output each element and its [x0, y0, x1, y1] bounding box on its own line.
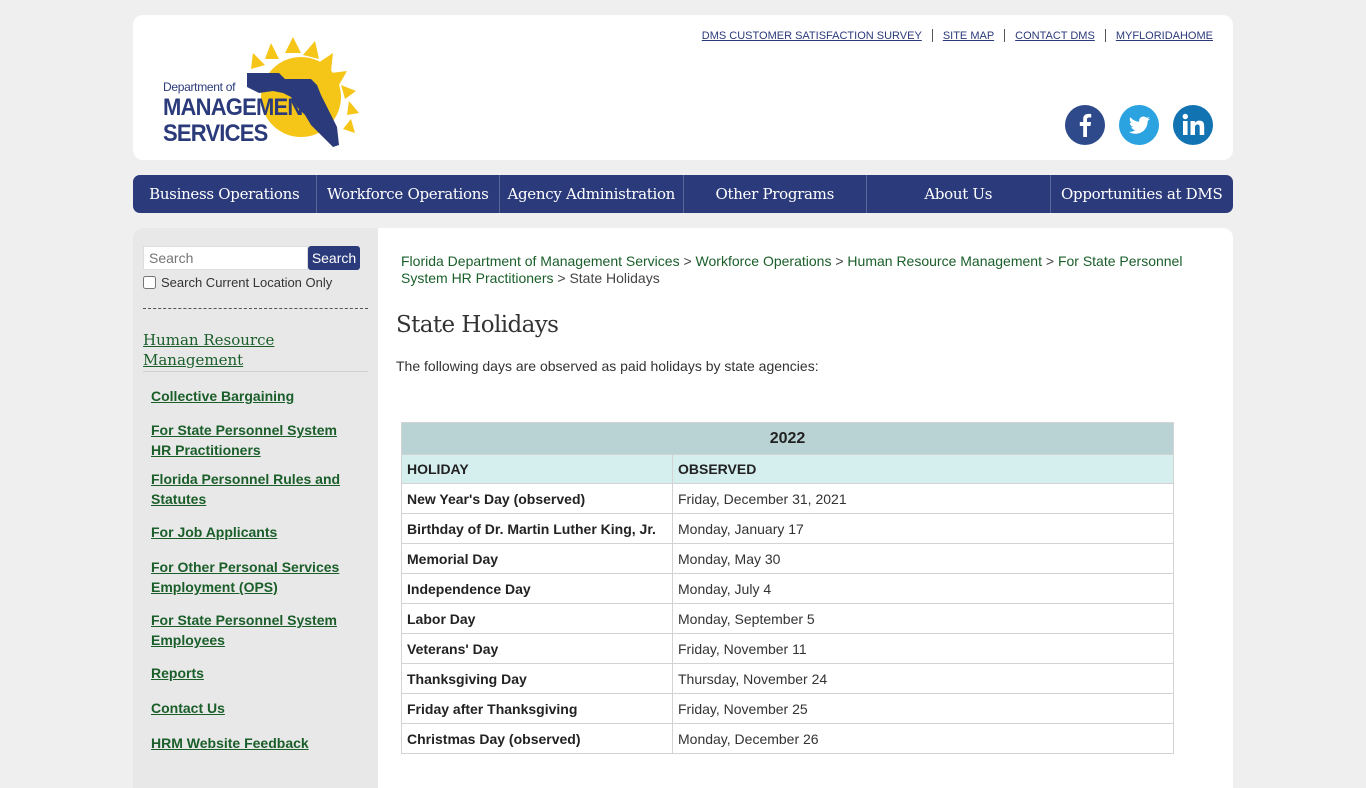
nav-opportunities[interactable]: Opportunities at DMS	[1051, 175, 1234, 213]
holidays-table: 2022 HOLIDAY OBSERVED New Year's Day (ob…	[401, 422, 1174, 754]
search-button[interactable]: Search	[308, 246, 360, 270]
search-bar: Search	[143, 246, 360, 270]
sidebar: Search Search Current Location Only Huma…	[133, 228, 378, 788]
social-links	[1065, 105, 1213, 145]
content-area: Search Search Current Location Only Huma…	[133, 228, 1233, 788]
nav-workforce-operations[interactable]: Workforce Operations	[317, 175, 500, 213]
holiday-name: Birthday of Dr. Martin Luther King, Jr.	[401, 513, 673, 544]
nav-about-us[interactable]: About Us	[867, 175, 1051, 213]
breadcrumb-separator: >	[557, 270, 566, 286]
table-row: Veterans' Day Friday, November 11	[401, 633, 1174, 664]
sidebar-heading-link[interactable]: Human Resource Management	[143, 330, 368, 372]
column-header-observed: OBSERVED	[672, 454, 1174, 484]
facebook-icon[interactable]	[1065, 105, 1105, 145]
logo-services-text: SERVICES	[163, 118, 268, 147]
myfloridahome-link[interactable]: MYFLORIDAHOME	[1106, 30, 1213, 42]
page-intro: The following days are observed as paid …	[396, 358, 819, 374]
holiday-name: Christmas Day (observed)	[401, 723, 673, 754]
holiday-date: Friday, December 31, 2021	[672, 483, 1174, 514]
sidebar-item-feedback[interactable]: HRM Website Feedback	[151, 733, 361, 753]
nav-business-operations[interactable]: Business Operations	[133, 175, 317, 213]
holiday-date: Monday, May 30	[672, 543, 1174, 574]
sidebar-item-rules-statutes[interactable]: Florida Personnel Rules and Statutes	[151, 469, 361, 509]
holiday-date: Thursday, November 24	[672, 663, 1174, 694]
holiday-name: Labor Day	[401, 603, 673, 634]
twitter-icon[interactable]	[1119, 105, 1159, 145]
logo-management-text: MANAGEMENT	[163, 92, 316, 121]
sidebar-item-job-applicants[interactable]: For Job Applicants	[151, 522, 361, 542]
table-row: Thanksgiving Day Thursday, November 24	[401, 663, 1174, 694]
sidebar-item-sps-employees[interactable]: For State Personnel System Employees	[151, 610, 361, 650]
breadcrumb-link[interactable]: Florida Department of Management Service…	[401, 253, 680, 269]
site-map-link[interactable]: SITE MAP	[933, 30, 1004, 42]
sidebar-item-collective-bargaining[interactable]: Collective Bargaining	[151, 386, 361, 406]
breadcrumb-link[interactable]: Workforce Operations	[696, 253, 832, 269]
holiday-date: Friday, November 11	[672, 633, 1174, 664]
search-location-checkbox[interactable]	[143, 276, 156, 289]
holiday-date: Monday, January 17	[672, 513, 1174, 544]
table-row: Memorial Day Monday, May 30	[401, 543, 1174, 574]
breadcrumb-current: State Holidays	[569, 270, 660, 286]
search-location-label: Search Current Location Only	[161, 275, 333, 290]
holiday-date: Monday, December 26	[672, 723, 1174, 754]
breadcrumb-separator: >	[1045, 253, 1055, 269]
breadcrumb-separator: >	[683, 253, 692, 269]
holiday-date: Monday, July 4	[672, 573, 1174, 604]
holiday-date: Monday, September 5	[672, 603, 1174, 634]
holiday-name: Independence Day	[401, 573, 673, 604]
page-title: State Holidays	[396, 312, 559, 338]
sidebar-item-hr-practitioners[interactable]: For State Personnel System HR Practition…	[151, 420, 361, 460]
nav-other-programs[interactable]: Other Programs	[684, 175, 867, 213]
logo-dept-text: Department of	[163, 80, 236, 94]
holiday-name: Memorial Day	[401, 543, 673, 574]
holiday-name: Veterans' Day	[401, 633, 673, 664]
column-header-holiday: HOLIDAY	[401, 454, 673, 484]
table-row: Independence Day Monday, July 4	[401, 573, 1174, 604]
nav-agency-administration[interactable]: Agency Administration	[500, 175, 684, 213]
sidebar-item-reports[interactable]: Reports	[151, 663, 361, 683]
table-year: 2022	[401, 422, 1174, 455]
sidebar-item-ops[interactable]: For Other Personal Services Employment (…	[151, 557, 361, 597]
table-row: New Year's Day (observed) Friday, Decembe…	[401, 483, 1174, 514]
search-location-option[interactable]: Search Current Location Only	[143, 275, 332, 290]
breadcrumb-link[interactable]: Human Resource Management	[847, 253, 1042, 269]
dms-logo[interactable]: Department of MANAGEMENT SERVICES	[161, 35, 376, 150]
holiday-name: Friday after Thanksgiving	[401, 693, 673, 724]
search-input[interactable]	[143, 246, 308, 270]
linkedin-icon[interactable]	[1173, 105, 1213, 145]
table-row: Christmas Day (observed) Monday, December…	[401, 723, 1174, 754]
site-header: Department of MANAGEMENT SERVICES DMS CU…	[133, 15, 1233, 160]
table-row: Friday after Thanksgiving Friday, Novembe…	[401, 693, 1174, 724]
table-row: Labor Day Monday, September 5	[401, 603, 1174, 634]
holiday-name: Thanksgiving Day	[401, 663, 673, 694]
holiday-date: Friday, November 25	[672, 693, 1174, 724]
breadcrumb-separator: >	[835, 253, 844, 269]
survey-link[interactable]: DMS CUSTOMER SATISFACTION SURVEY	[692, 30, 932, 42]
table-row: Birthday of Dr. Martin Luther King, Jr. M…	[401, 513, 1174, 544]
utility-links: DMS CUSTOMER SATISFACTION SURVEY SITE MA…	[692, 29, 1213, 42]
contact-dms-link[interactable]: CONTACT DMS	[1005, 30, 1105, 42]
sidebar-item-contact-us[interactable]: Contact Us	[151, 698, 361, 718]
breadcrumb: Florida Department of Management Service…	[401, 253, 1201, 287]
holiday-name: New Year's Day (observed)	[401, 483, 673, 514]
main-nav: Business Operations Workforce Operations…	[133, 175, 1233, 213]
divider	[143, 308, 368, 309]
